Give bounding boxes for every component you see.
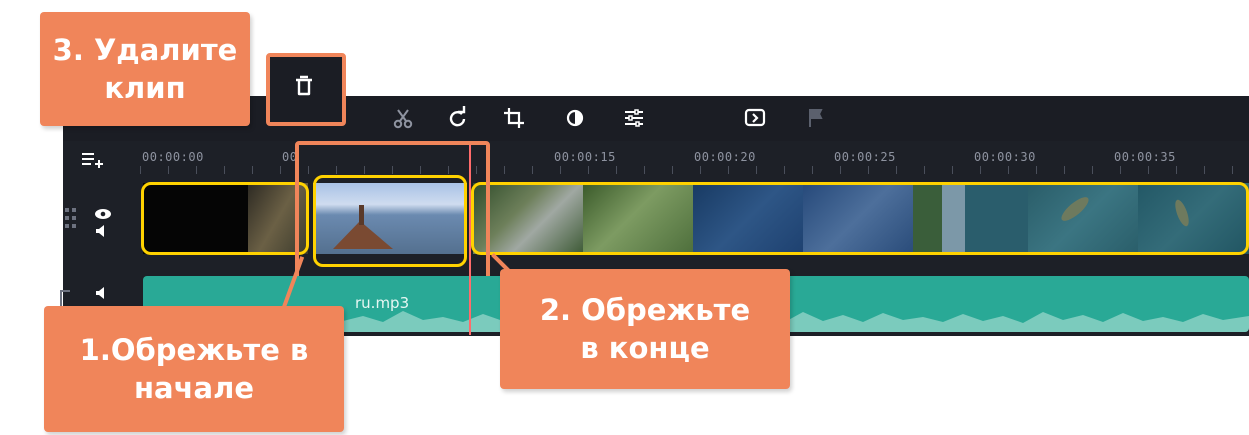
scissors-button[interactable] [383, 100, 423, 136]
scissors-icon [393, 109, 413, 129]
marker-button[interactable] [796, 100, 836, 136]
video-volume-icon[interactable] [94, 223, 110, 242]
rotate-button[interactable] [438, 100, 478, 136]
timecode-2: 00:00:15 [554, 150, 616, 164]
selected-clip-highlight [295, 141, 490, 290]
settings-button[interactable] [614, 100, 654, 136]
clip-outline-rest[interactable] [471, 182, 1249, 255]
transition-button[interactable] [735, 100, 775, 136]
timecode-4: 00:00:25 [834, 150, 896, 164]
trash-icon [296, 75, 312, 96]
add-track-icon[interactable] [80, 150, 104, 172]
playhead[interactable] [469, 145, 471, 335]
rotate-icon [449, 106, 466, 127]
callout-delete-clip: 3. Удалите клип [40, 12, 250, 126]
transition-icon [744, 108, 766, 127]
audio-file-name: ru.mp3 [355, 294, 410, 312]
flag-icon [809, 109, 823, 127]
crop-button[interactable] [494, 100, 534, 136]
settings-sliders-icon [625, 109, 643, 127]
color-adjust-button[interactable] [555, 100, 595, 136]
crop-icon [504, 108, 524, 128]
color-adjust-icon [566, 109, 584, 127]
visibility-eye-icon[interactable] [94, 205, 112, 224]
timecode-3: 00:00:20 [694, 150, 756, 164]
audio-volume-icon[interactable] [94, 285, 110, 304]
callout-trim-end: 2. Обрежьте в конце [500, 269, 790, 389]
callout-trim-start: 1.Обрежьте в начале [44, 306, 344, 432]
delete-button[interactable] [284, 68, 324, 104]
timecode-5: 00:00:30 [974, 150, 1036, 164]
clip-outline-first[interactable] [141, 182, 309, 255]
track-drag-handle-icon[interactable] [64, 207, 78, 233]
timecode-6: 00:00:35 [1114, 150, 1176, 164]
timecode-0: 00:00:00 [142, 150, 204, 164]
